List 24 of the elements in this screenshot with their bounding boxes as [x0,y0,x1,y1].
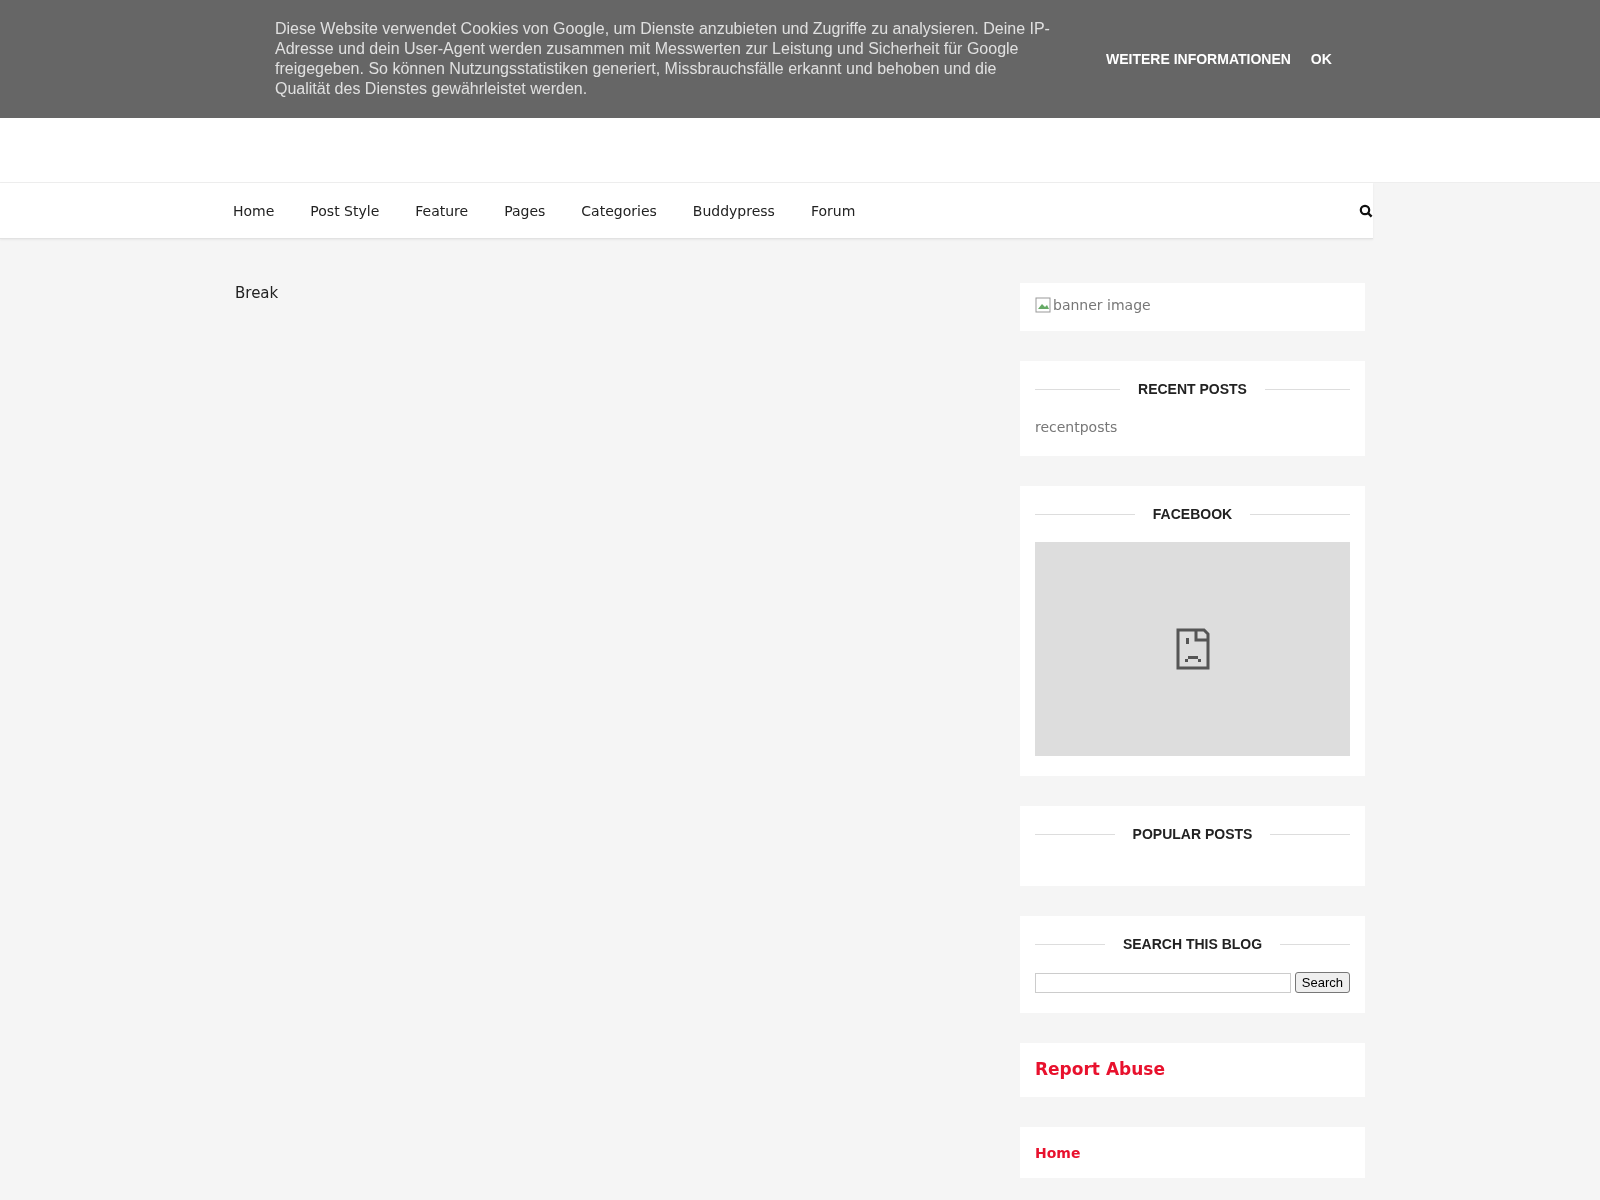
nav-link[interactable]: Categories [581,202,657,219]
widget-title: SEARCH THIS BLOG [1122,936,1263,952]
nav-link[interactable]: Home [233,202,275,219]
search-button[interactable]: Search [1294,972,1350,993]
search-icon[interactable] [1359,203,1373,218]
widget-link[interactable]: Home [1035,1145,1081,1161]
post-text: Break [235,284,279,302]
nav-link[interactable]: Pages [504,202,546,219]
cookie-notice-text: Diese Website verwendet Cookies von Google, um Dienste anzubieten und Zugriffe zu analysieren. Deine IP-Adresse und dein User-Agent werden zusammen mit Messwerten zur Leistung und Sicherheit für Google freigegeben. So können Nutzungsstatistiken generiert, Missbrauchsfälle erkannt und behoben und die Qualität des Dienstes gewährleistet werden. [275,19,1050,99]
cookie-button[interactable]: OK [1310,51,1332,67]
nav-link[interactable]: Buddypress [692,202,775,219]
widget-title: RECENT POSTS [1138,381,1247,397]
widget-text: recentposts [1035,419,1118,435]
sad-file-icon [1175,628,1210,670]
widget-title: POPULAR POSTS [1132,826,1253,842]
widget-title: FACEBOOK [1152,506,1233,522]
cookie-button[interactable]: WEITERE INFORMATIONEN [1106,51,1291,67]
widget-link[interactable]: Report Abuse [1035,1059,1165,1079]
nav-link[interactable]: Post Style [310,202,380,219]
nav-link[interactable]: Feature [415,202,469,219]
nav-link[interactable]: Forum [810,202,856,219]
broken-image-icon [1035,297,1051,313]
broken-image-label: banner image [1035,297,1151,313]
search-field[interactable] [1035,972,1291,993]
